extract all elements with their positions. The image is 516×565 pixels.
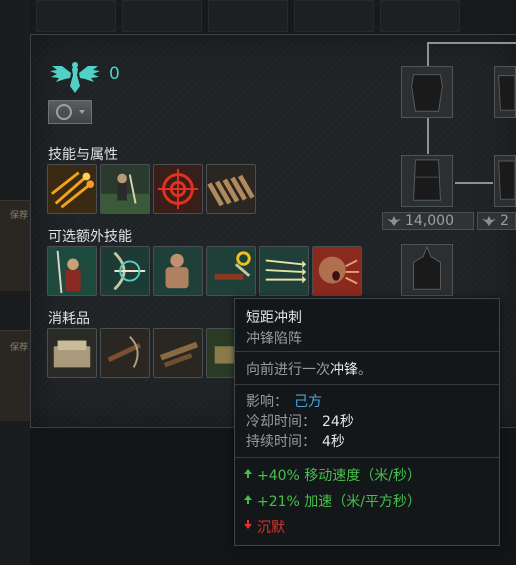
affects-value: 己方: [294, 394, 322, 410]
unit-cost-value: 2: [500, 213, 509, 229]
unit-armor-lamellar[interactable]: [401, 155, 453, 207]
flaming-arrows-icon[interactable]: [47, 164, 97, 214]
tooltip-title: 短距冲刺: [246, 310, 302, 326]
background-top: [30, 0, 516, 34]
section-title-skills: 技能与属性: [48, 147, 118, 163]
duration-row: 持续时间： 4秒: [246, 431, 345, 451]
effect-line: +21% 加速（米/平方秒）: [244, 491, 422, 511]
duration-value: 4秒: [322, 434, 345, 450]
bow-shot-icon[interactable]: [100, 246, 150, 296]
affects-row: 影响： 己方: [246, 391, 322, 411]
crossbow-reload-icon[interactable]: [206, 246, 256, 296]
arrow-volley-icon[interactable]: [259, 246, 309, 296]
eagle-icon: [482, 216, 496, 226]
cooldown-value: 24秒: [322, 414, 354, 430]
tree-connector: [455, 182, 493, 184]
effect-line: +40% 移动速度（米/秒）: [244, 465, 422, 485]
description-highlight: 冲锋: [330, 362, 358, 378]
description-text: 向前进行一次: [246, 362, 330, 378]
left-tag: 保荐: [10, 211, 29, 221]
arrow-up-icon: [244, 469, 252, 478]
divider: [235, 351, 499, 352]
unit-cost-value: 14,000: [405, 213, 454, 229]
duration-label: 持续时间：: [246, 434, 316, 450]
effect-text: 沉默: [257, 520, 285, 536]
description-end: 。: [358, 362, 372, 378]
muscular-warrior-icon[interactable]: [153, 246, 203, 296]
seal-icon: [56, 104, 72, 120]
skill-tooltip: 短距冲刺 冲锋陷阵 向前进行一次冲锋。 影响： 己方 冷却时间： 24秒 持续时间：…: [234, 298, 500, 546]
unit-armor-partial[interactable]: [494, 155, 516, 207]
effect-text: +21% 加速（米/平方秒）: [257, 494, 422, 510]
chevron-down-icon: [79, 110, 85, 114]
arrow-quiver-icon[interactable]: [206, 164, 256, 214]
unit-cost-badge: 2: [477, 212, 516, 230]
section-title-optional-skills: 可选额外技能: [48, 229, 132, 245]
arrow-down-icon: [244, 520, 252, 529]
soldier-in-field-icon[interactable]: [100, 164, 150, 214]
eagle-icon: [387, 216, 401, 226]
unit-armor-partial[interactable]: [494, 66, 516, 118]
emblem-selector-button[interactable]: [48, 100, 92, 124]
tree-connector: [427, 118, 429, 154]
unit-armor-helmet[interactable]: [401, 244, 453, 296]
background-tile: [122, 0, 202, 32]
cooldown-label: 冷却时间：: [246, 414, 316, 430]
left-tag: 保荐: [10, 343, 29, 353]
background-tile: [36, 0, 116, 32]
crossbow-icon[interactable]: [100, 328, 150, 378]
divider: [235, 457, 499, 458]
background-left-column: 保荐 保荐: [0, 0, 30, 565]
background-tile: [294, 0, 374, 32]
supply-pack-icon[interactable]: [47, 328, 97, 378]
unit-cost-badge: 14,000: [382, 212, 474, 230]
crosshair-target-icon[interactable]: [153, 164, 203, 214]
crossbow-bolts-icon[interactable]: [153, 328, 203, 378]
cooldown-row: 冷却时间： 24秒: [246, 411, 354, 431]
effect-line: 沉默: [244, 517, 285, 537]
effect-text: +40% 移动速度（米/秒）: [257, 468, 422, 484]
affects-label: 影响：: [246, 394, 288, 410]
tree-connector: [427, 42, 429, 68]
faction-eagle-emblem-icon: [50, 62, 100, 93]
divider: [235, 384, 499, 385]
background-tile: [380, 0, 460, 32]
spear-warrior-icon[interactable]: [47, 246, 97, 296]
tooltip-subtitle: 冲锋陷阵: [246, 331, 302, 347]
background-tile: [208, 0, 288, 32]
tooltip-description: 向前进行一次冲锋。: [246, 359, 372, 379]
section-title-consumables: 消耗品: [48, 311, 90, 327]
faction-count: 0: [109, 64, 120, 84]
tree-connector: [427, 42, 516, 44]
unit-armor-heavy[interactable]: [401, 66, 453, 118]
arrow-up-icon: [244, 495, 252, 504]
shouting-soldier-icon[interactable]: [312, 246, 362, 296]
